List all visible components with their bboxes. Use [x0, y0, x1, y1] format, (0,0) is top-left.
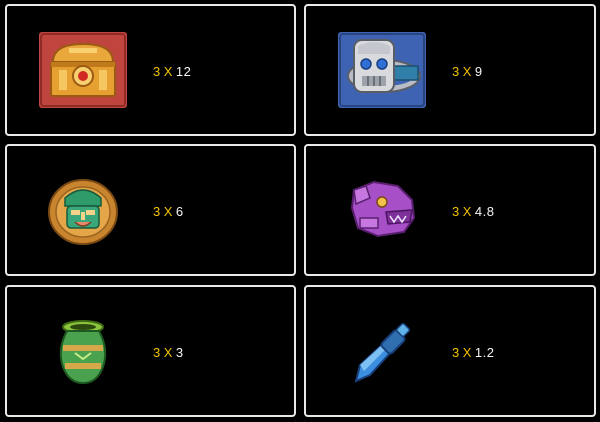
- payout-text: 3 X 12: [153, 64, 191, 79]
- payout-multiplier: 3: [175, 345, 184, 360]
- times-sign: X: [462, 345, 472, 360]
- payout-text: 3X6: [153, 204, 184, 219]
- payout-text: 3X3: [153, 345, 184, 360]
- symbol-count: 3: [452, 345, 460, 360]
- times-sign: X: [163, 204, 173, 219]
- payout-multiplier: 9: [474, 64, 483, 79]
- paytable-card-mask-coin: 3X6: [5, 144, 296, 276]
- times-sign: X: [163, 345, 173, 360]
- payout-text: 3X9: [452, 64, 483, 79]
- payout-text: 3 X 1.2: [452, 345, 494, 360]
- times-sign: X: [462, 64, 472, 79]
- symbol-count: 3: [153, 64, 161, 79]
- paytable-card-dagger: 3 X 1.2: [304, 285, 596, 417]
- symbol-count: 3: [153, 345, 161, 360]
- payout-multiplier: 12: [175, 64, 192, 79]
- blue-dagger-icon: [350, 323, 414, 385]
- payout-multiplier: 6: [175, 204, 184, 219]
- paytable-card-vase: 3X3: [5, 285, 296, 417]
- paytable-card-chest: 3 X 12: [5, 4, 296, 136]
- symbol-count: 3: [452, 64, 460, 79]
- purple-jaguar-head-icon: [348, 178, 420, 240]
- paytable-card-ring: 3X9: [304, 4, 596, 136]
- green-vase-icon: [53, 319, 113, 387]
- payout-text: 3 X 4.8: [452, 204, 494, 219]
- golden-mask-coin-icon: [45, 176, 121, 246]
- jade-ring-icon: [338, 32, 426, 108]
- symbol-count: 3: [452, 204, 460, 219]
- paytable-card-jaguar: 3 X 4.8: [304, 144, 596, 276]
- times-sign: X: [163, 64, 173, 79]
- times-sign: X: [462, 204, 472, 219]
- payout-multiplier: 4.8: [474, 204, 495, 219]
- payout-multiplier: 1.2: [474, 345, 495, 360]
- symbol-count: 3: [153, 204, 161, 219]
- treasure-chest-icon: [39, 32, 127, 108]
